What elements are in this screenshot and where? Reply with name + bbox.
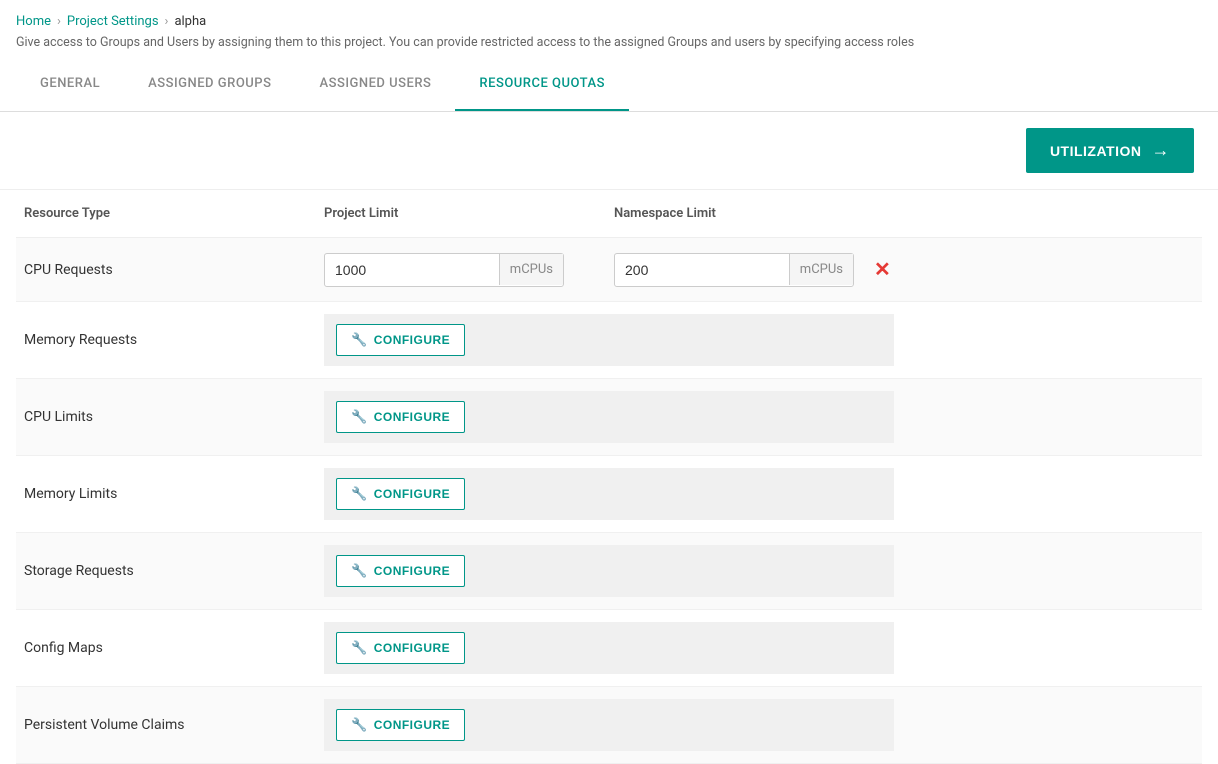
resource-name-config-maps: Config Maps	[24, 640, 324, 656]
cpu-requests-project-unit: mCPUs	[499, 254, 563, 285]
table-row: Memory Requests 🔧 CONFIGURE	[16, 302, 1202, 379]
utilization-label: UTILIZATION	[1050, 143, 1142, 159]
config-maps-configure-cell: 🔧 CONFIGURE	[324, 622, 894, 674]
configure-label: CONFIGURE	[374, 718, 451, 732]
utilization-button[interactable]: UTILIZATION →	[1026, 128, 1194, 173]
breadcrumb-sep-1: ›	[57, 14, 61, 29]
resource-name-cpu-requests: CPU Requests	[24, 262, 324, 278]
configure-label: CONFIGURE	[374, 641, 451, 655]
tab-general[interactable]: GENERAL	[16, 58, 124, 111]
cpu-requests-project-input[interactable]	[325, 254, 499, 286]
cpu-limits-configure-button[interactable]: 🔧 CONFIGURE	[336, 401, 465, 433]
wrench-icon: 🔧	[351, 640, 368, 656]
tab-assigned-groups[interactable]: ASSIGNED GROUPS	[124, 58, 295, 111]
top-header: Home › Project Settings › alpha Give acc…	[0, 0, 1218, 58]
storage-requests-configure-cell: 🔧 CONFIGURE	[324, 545, 894, 597]
wrench-icon: 🔧	[351, 717, 368, 733]
table-row: Memory Limits 🔧 CONFIGURE	[16, 456, 1202, 533]
table-header: Resource Type Project Limit Namespace Li…	[16, 190, 1202, 238]
col-namespace-limit: Namespace Limit	[614, 206, 904, 221]
breadcrumb: Home › Project Settings › alpha	[16, 14, 1202, 29]
table-row: Persistent Volume Claims 🔧 CONFIGURE	[16, 687, 1202, 764]
table-row: CPU Limits 🔧 CONFIGURE	[16, 379, 1202, 456]
breadcrumb-project-name: alpha	[174, 14, 206, 29]
memory-limits-configure-cell: 🔧 CONFIGURE	[324, 468, 894, 520]
wrench-icon: 🔧	[351, 409, 368, 425]
resource-name-storage-requests: Storage Requests	[24, 563, 324, 579]
page-subtitle: Give access to Groups and Users by assig…	[16, 35, 1202, 50]
resource-name-memory-limits: Memory Limits	[24, 486, 324, 502]
namespace-limit-group: mCPUs ✕	[614, 253, 904, 287]
pvc-configure-cell: 🔧 CONFIGURE	[324, 699, 894, 751]
tab-assigned-users[interactable]: ASSIGNED USERS	[295, 58, 455, 111]
wrench-icon: 🔧	[351, 332, 368, 348]
arrow-icon: →	[1152, 140, 1171, 161]
tab-resource-quotas[interactable]: RESOURCE QUOTAS	[455, 58, 629, 111]
breadcrumb-home[interactable]: Home	[16, 14, 51, 29]
project-limit-input-group: mCPUs	[324, 253, 614, 287]
col-resource-type: Resource Type	[24, 206, 324, 221]
tabs-bar: GENERAL ASSIGNED GROUPS ASSIGNED USERS R…	[0, 58, 1218, 112]
table-row: CPU Requests mCPUs mCPUs ✕	[16, 238, 1202, 302]
resource-name-cpu-limits: CPU Limits	[24, 409, 324, 425]
storage-requests-configure-button[interactable]: 🔧 CONFIGURE	[336, 555, 465, 587]
memory-requests-configure-cell: 🔧 CONFIGURE	[324, 314, 894, 366]
memory-limits-configure-button[interactable]: 🔧 CONFIGURE	[336, 478, 465, 510]
configure-label: CONFIGURE	[374, 487, 451, 501]
col-actions	[904, 206, 1194, 221]
configure-label: CONFIGURE	[374, 333, 451, 347]
configure-label: CONFIGURE	[374, 410, 451, 424]
content-area: Resource Type Project Limit Namespace Li…	[0, 190, 1218, 764]
col-project-limit: Project Limit	[324, 206, 614, 221]
utilization-bar: UTILIZATION →	[0, 112, 1218, 190]
resource-name-memory-requests: Memory Requests	[24, 332, 324, 348]
breadcrumb-sep-2: ›	[165, 14, 169, 29]
cpu-requests-namespace-input[interactable]	[615, 254, 789, 286]
cpu-requests-delete-button[interactable]: ✕	[866, 253, 899, 286]
wrench-icon: 🔧	[351, 486, 368, 502]
configure-label: CONFIGURE	[374, 564, 451, 578]
config-maps-configure-button[interactable]: 🔧 CONFIGURE	[336, 632, 465, 664]
pvc-configure-button[interactable]: 🔧 CONFIGURE	[336, 709, 465, 741]
wrench-icon: 🔧	[351, 563, 368, 579]
resource-name-pvc: Persistent Volume Claims	[24, 717, 324, 733]
breadcrumb-project-settings[interactable]: Project Settings	[67, 14, 159, 29]
table-row: Storage Requests 🔧 CONFIGURE	[16, 533, 1202, 610]
cpu-requests-namespace-unit: mCPUs	[789, 254, 853, 285]
memory-requests-configure-button[interactable]: 🔧 CONFIGURE	[336, 324, 465, 356]
cpu-limits-configure-cell: 🔧 CONFIGURE	[324, 391, 894, 443]
